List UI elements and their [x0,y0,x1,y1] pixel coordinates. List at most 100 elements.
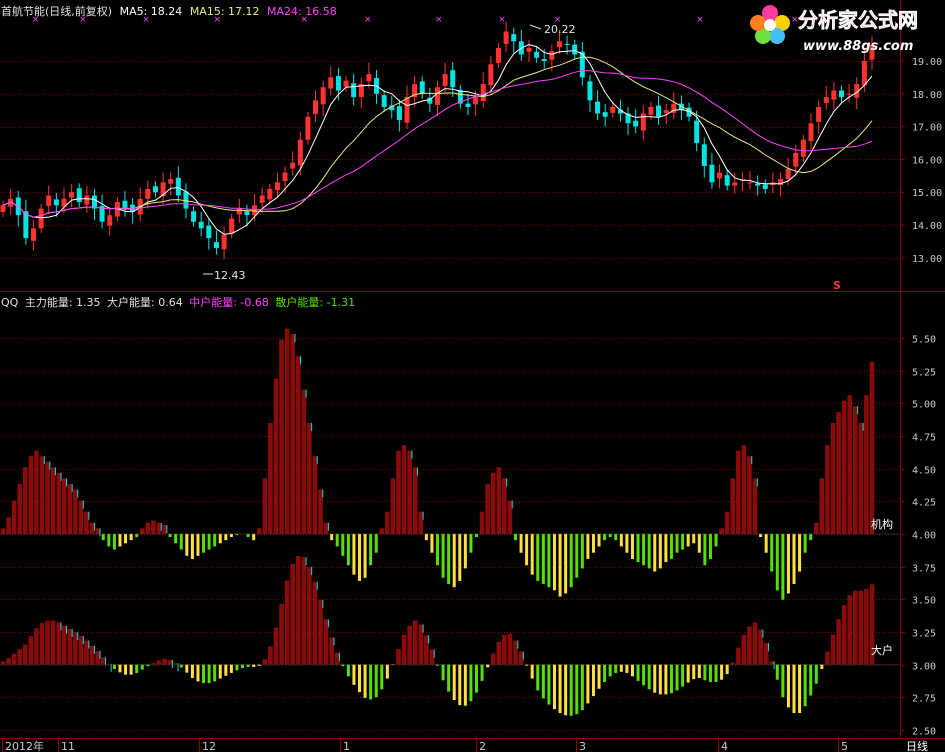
candle-body [747,182,753,184]
candle-body [252,205,258,216]
jigou-bar-negative [179,533,183,550]
dahu-bar-negative [447,664,451,692]
jigou-bar-positive [56,472,62,534]
dahu-bar-negative [575,664,579,715]
candle-body [831,90,837,100]
dahu-bar-positive [100,657,106,665]
dahu-bar-positive [763,643,769,665]
jigou-bar-negative [614,533,618,541]
candle-body [495,47,501,63]
jigou-bar-negative [441,533,445,578]
big-energy-legend: 大户能量: 0.64 [107,296,183,309]
dahu-bar-positive [852,590,858,665]
candle-body [648,106,654,115]
candle-body [107,215,113,226]
site-logo: 分析家公式网 www.88gs.com [750,5,918,54]
jigou-bar-positive [412,467,418,534]
dahu-bar-negative [686,664,690,683]
candle-body [656,105,662,117]
candle-body [694,120,700,143]
candle-body [732,182,738,186]
dahu-bar-positive [34,628,39,665]
jigou-bar-positive [28,456,34,534]
dahu-bar-negative [564,664,568,716]
dahu-bar-positive [268,646,273,665]
dahu-bar-negative [185,664,189,673]
jigou-bar-positive [262,478,268,534]
candle-body [549,51,555,60]
jigou-bar-negative [525,533,529,566]
dahu-bar-positive [56,622,62,665]
jigou-bar-negative [669,533,673,559]
jigou-bar-positive [418,511,424,534]
dahu-bar-negative [703,664,707,681]
dahu-bar-negative [380,664,384,690]
jigou-bar-positive [852,406,858,534]
jigou-bar-positive [290,334,295,534]
dahu-bar-negative [530,664,534,679]
price-tick-label: 13.00 [912,254,942,265]
candle-body [198,221,204,229]
jigou-bar-negative [101,533,105,541]
jigou-bar-positive [747,456,752,534]
dahu-bar-negative [775,664,779,680]
jigou-bar-positive [256,528,262,534]
jigou-bar-negative [597,533,601,547]
candlesticks [0,21,875,260]
jigou-bar-negative [692,533,696,544]
jigou-bar-negative [770,533,774,572]
dahu-bar-negative [229,664,233,673]
candle-body [572,44,578,55]
dahu-bar-negative [536,664,540,691]
jigou-bar-negative [213,533,217,547]
dahu-bar-positive [507,633,513,665]
jigou-bar-positive [301,389,307,534]
jigou-bar-positive [89,522,95,534]
price-tick-label: 14.00 [912,221,942,232]
jigou-bar-positive [156,522,162,534]
time-tick-label: 4 [721,740,728,752]
mid-energy-legend: 中户能量: -0.68 [189,296,269,309]
jigou-bar-positive [385,511,390,534]
candle-body [610,106,616,113]
jigou-bar-negative [135,533,139,538]
candle-body [602,112,608,117]
jigou-bar-positive [724,511,730,534]
jigou-bar-negative [775,533,779,591]
dahu-bar-negative [486,664,490,668]
jigou-bar-positive [825,445,830,534]
stock-title: 首航节能(日线,前复权) [1,5,113,18]
jigou-bar-negative [463,533,467,569]
dahu-bar-negative [714,664,718,682]
jigou-bar-positive [145,522,151,534]
candle-body [793,152,799,167]
dahu-bar-negative [341,664,345,667]
candle-body [145,188,151,199]
candle-body [511,34,517,42]
dahu-bar-positive [736,647,741,665]
candle-body [556,41,562,48]
candle-body [473,97,479,105]
jigou-bar-negative [224,533,228,541]
dahu-bar-negative [725,664,729,675]
candle-body [564,43,570,45]
jigou-bar-positive [830,422,836,534]
candle-body [282,172,288,182]
dahu-bar-positive [490,653,496,665]
period-label[interactable]: 日线 [906,739,928,752]
jigou-bar-positive [67,483,73,534]
dahu-bar-negative [814,664,818,684]
dahu-bar-negative [385,664,389,679]
jigou-bar-negative [686,533,690,547]
dahu-bar-negative [463,664,467,706]
dahu-bar-positive [412,620,418,665]
signal-x-marker: × [435,15,443,25]
jigou-bar-negative [436,533,439,566]
dahu-bar-negative [140,664,144,670]
jigou-bar-positive [307,422,312,534]
jigou-bar-negative [341,533,345,556]
jigou-bar-positive [813,522,819,534]
dahu-bar-negative [146,664,150,667]
jigou-bar-negative [118,533,122,547]
jigou-bar-positive [6,517,11,534]
